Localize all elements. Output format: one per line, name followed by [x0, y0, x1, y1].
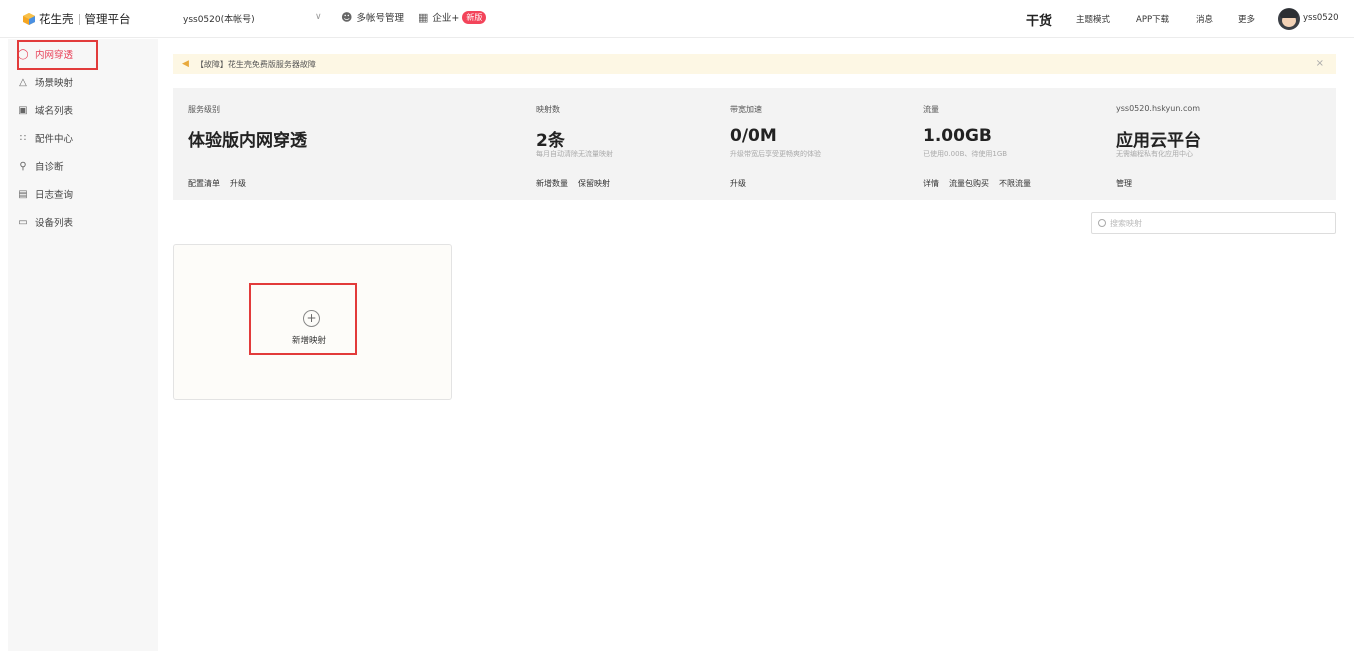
sidebar-item-label: 场景映射: [35, 78, 74, 89]
account-selector[interactable]: yss0520(本帐号): [183, 12, 255, 25]
brand[interactable]: 花生壳 管理平台: [22, 11, 131, 27]
brand-name: 花生壳: [39, 12, 74, 26]
add-quantity-link[interactable]: 新增数量: [536, 178, 568, 189]
enterprise-link[interactable]: ▦ 企业+ 新版: [418, 10, 487, 24]
avatar[interactable]: [1278, 8, 1300, 30]
stat-value: 应用云平台: [1116, 131, 1201, 151]
sidebar-item-label: 自诊断: [35, 162, 64, 173]
sidebar-item-diagnose[interactable]: ⚲ 自诊断: [17, 159, 64, 174]
peanut-logo-icon: [23, 13, 35, 25]
building-icon: ▦: [418, 10, 429, 24]
stat-links: 配置清单 升级: [188, 178, 246, 189]
multi-account-link[interactable]: ☻ 多帐号管理: [341, 10, 404, 25]
stat-value: 1.00GB: [923, 126, 992, 146]
multi-account-label: 多帐号管理: [356, 13, 404, 24]
stat-value: 2条: [536, 131, 565, 151]
upgrade-link[interactable]: 升级: [230, 178, 246, 189]
sidebar-item-domains[interactable]: ▣ 域名列表: [17, 103, 74, 118]
notice-text[interactable]: 【故障】花生壳免费版服务器故障: [196, 59, 316, 70]
domain-icon: ▣: [18, 104, 28, 116]
grid-icon: ∷: [19, 132, 27, 144]
chevron-down-icon[interactable]: ∨: [315, 12, 322, 22]
stat-sub: 每月自动清除无流量映射: [536, 150, 613, 158]
stat-sub: 无需编程私有化应用中心: [1116, 150, 1193, 158]
stat-links: 升级: [730, 178, 746, 189]
sidebar-item-scene[interactable]: △ 场景映射: [17, 75, 74, 90]
speaker-icon: ◀: [182, 59, 189, 69]
sidebar-item-devices[interactable]: ▭ 设备列表: [17, 215, 74, 230]
stat-sub: 已使用0.00B、待使用1GB: [923, 150, 1008, 158]
plus-icon[interactable]: +: [303, 310, 320, 327]
stat-label: 服务级别: [188, 105, 220, 114]
stat-label: 映射数: [536, 105, 560, 114]
add-mapping-label[interactable]: 新增映射: [292, 334, 326, 346]
stat-sub: 升级带宽后享受更畅爽的体验: [730, 150, 821, 158]
user-icon: ☻: [341, 10, 353, 24]
theme-mode-link[interactable]: 主题模式: [1076, 13, 1110, 25]
messages-link[interactable]: 消息: [1196, 13, 1213, 25]
keep-mapping-link[interactable]: 保留映射: [578, 178, 610, 189]
new-badge: 新版: [462, 10, 487, 24]
sidebar-item-label: 配件中心: [35, 134, 74, 145]
traffic-details-link[interactable]: 详情: [923, 178, 939, 189]
log-icon: ▤: [18, 188, 28, 200]
top-bar: 花生壳 管理平台 yss0520(本帐号) ∨ ☻ 多帐号管理 ▦ 企业+ 新版…: [0, 0, 1354, 38]
sidebar-item-label: 设备列表: [35, 218, 74, 229]
stat-links: 新增数量 保留映射: [536, 178, 610, 189]
stat-label: 带宽加速: [730, 105, 762, 114]
search-input[interactable]: [1110, 218, 1310, 228]
search-icon: [1098, 219, 1106, 227]
manage-link[interactable]: 管理: [1116, 178, 1132, 189]
stat-value: 0/0M: [730, 126, 777, 146]
highlight-box: [17, 40, 98, 70]
traffic-pack-link[interactable]: 流量包购买: [949, 178, 989, 189]
app-download-link[interactable]: APP下载: [1136, 13, 1169, 25]
device-icon: ▭: [18, 216, 28, 228]
diagnose-icon: ⚲: [19, 160, 27, 172]
more-link[interactable]: 更多: [1238, 13, 1255, 25]
unlimited-traffic-link[interactable]: 不限流量: [999, 178, 1031, 189]
stats-panel: 服务级别 体验版内网穿透 配置清单 升级 映射数 2条 每月自动清除无流量映射 …: [173, 88, 1336, 200]
stat-links: 详情 流量包购买 不限流量: [923, 178, 1031, 189]
brand-subtitle: 管理平台: [84, 12, 131, 26]
stat-value: 体验版内网穿透: [188, 131, 307, 151]
username[interactable]: yss0520: [1303, 13, 1339, 23]
scene-icon: △: [19, 76, 27, 88]
search-box[interactable]: [1091, 212, 1336, 234]
stat-label: yss0520.hskyun.com: [1116, 104, 1201, 113]
upgrade-bandwidth-link[interactable]: 升级: [730, 178, 746, 189]
stat-label: 流量: [923, 105, 939, 114]
sidebar-item-accessories[interactable]: ∷ 配件中心: [17, 131, 74, 146]
sidebar-item-logs[interactable]: ▤ 日志查询: [17, 187, 74, 202]
stat-links: 管理: [1116, 178, 1132, 189]
sidebar-item-label: 日志查询: [35, 190, 74, 201]
close-icon[interactable]: ×: [1316, 58, 1324, 69]
avatar-hair: [1280, 9, 1298, 18]
sidebar-item-label: 域名列表: [35, 106, 74, 117]
brand-divider: [78, 13, 80, 25]
gan-huo-link[interactable]: 干货: [1026, 10, 1052, 29]
enterprise-label: 企业+: [432, 13, 460, 24]
notice-bar: ◀ 【故障】花生壳免费版服务器故障 ×: [173, 54, 1336, 74]
config-list-link[interactable]: 配置清单: [188, 178, 220, 189]
